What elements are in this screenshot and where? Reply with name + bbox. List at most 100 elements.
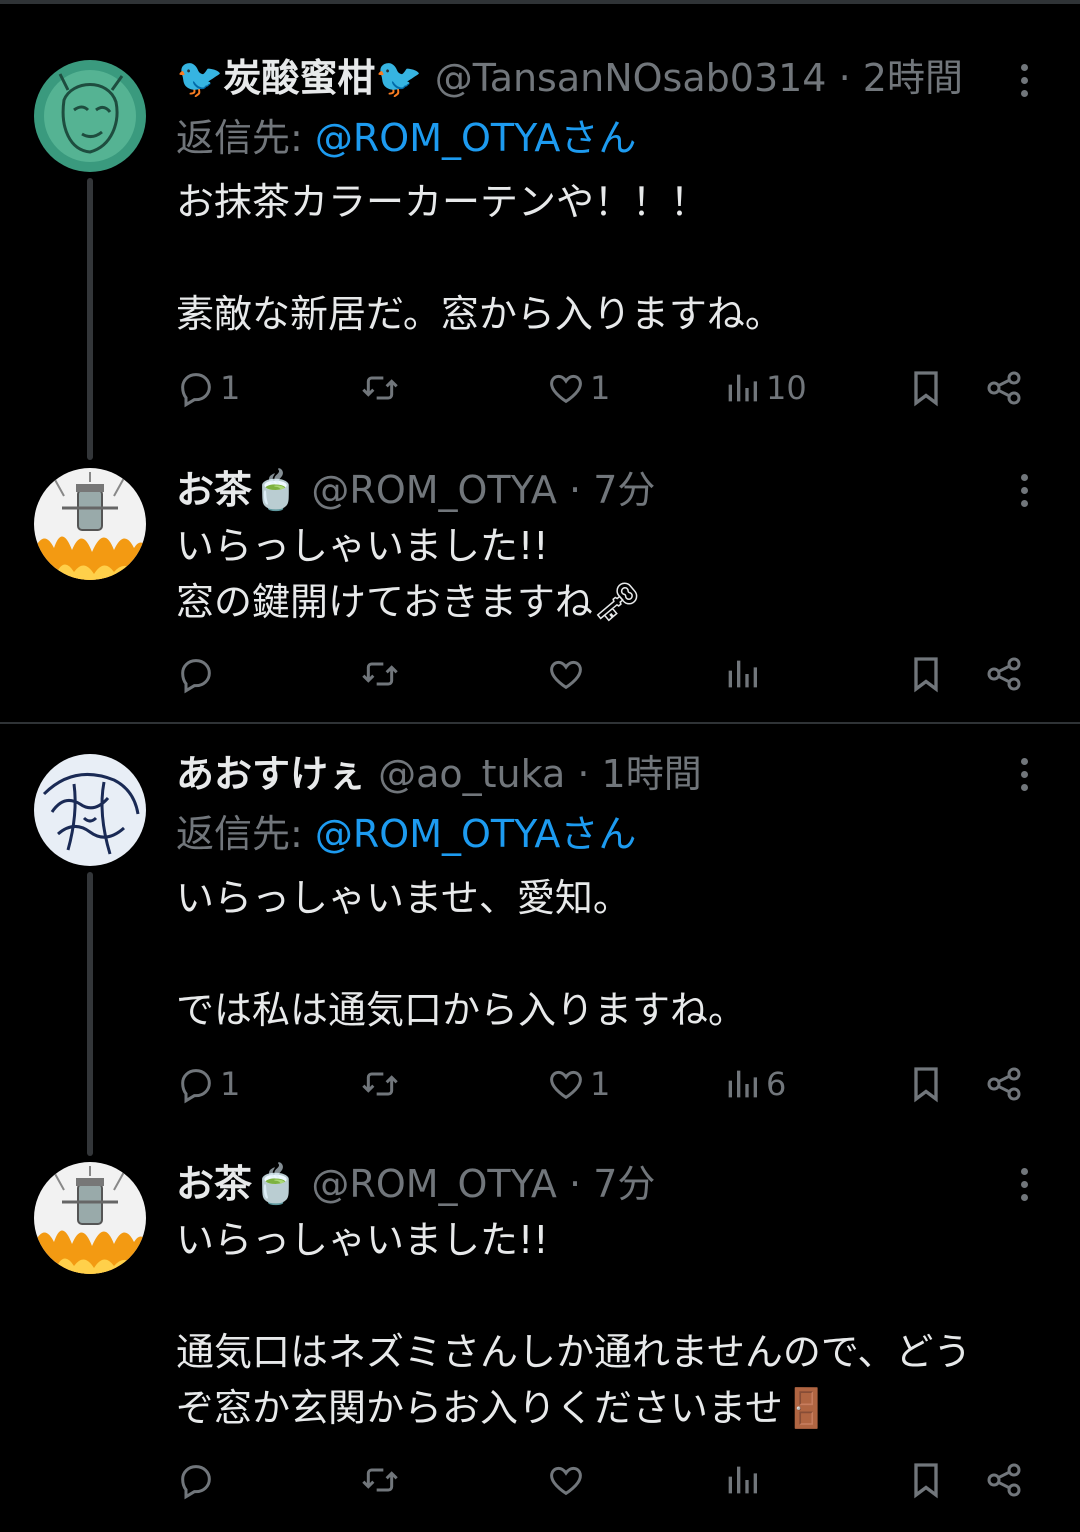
views-icon (728, 374, 757, 402)
reply-to: 返信先: @ROM_OTYAさん (176, 808, 636, 860)
retweet-icon (362, 1072, 398, 1096)
tweet-header: 🐦炭酸蜜柑🐦 @TansanNOsab0314 · 2時間 (176, 52, 980, 104)
display-name[interactable]: お茶🍵 (176, 1162, 299, 1206)
timestamp[interactable]: 1時間 (602, 752, 702, 796)
tweet-text: いらっしゃいました!! 通気口はネズミさんしか通れませんので、どう ぞ窓か玄関か… (176, 1218, 972, 1430)
tweet-1[interactable]: 🐦炭酸蜜柑🐦 @TansanNOsab0314 · 2時間 返信先: @ROM_… (0, 0, 1080, 460)
views-button[interactable] (722, 650, 762, 698)
reply-icon (181, 1069, 211, 1104)
bookmark-button[interactable] (906, 1456, 946, 1504)
like-button[interactable] (546, 650, 586, 698)
retweet-icon (362, 1468, 398, 1492)
reply-button[interactable] (176, 650, 220, 698)
separator-dot: · (569, 1162, 582, 1206)
share-button[interactable] (984, 1456, 1024, 1504)
views-count: 10 (766, 369, 807, 407)
tweet-header: お茶🍵 @ROM_OTYA · 7分 (176, 464, 980, 516)
share-button[interactable] (984, 1060, 1024, 1108)
like-count: 1 (590, 1065, 611, 1103)
views-button[interactable] (722, 1456, 762, 1504)
display-name[interactable]: お茶🍵 (176, 468, 299, 512)
views-count: 6 (766, 1065, 787, 1103)
tweet-2[interactable]: お茶🍵 @ROM_OTYA · 7分 いらっしゃいました!! 窓の鍵開けておきま… (0, 460, 1080, 722)
action-bar: 1 1 10 (0, 364, 1080, 412)
tweet-header: あおすけぇ @ao_tuka · 1時間 (176, 748, 980, 800)
like-button[interactable]: 1 (546, 364, 610, 412)
share-icon (987, 371, 1021, 405)
reply-to-mention[interactable]: @ROM_OTYAさん (315, 116, 636, 160)
like-button[interactable] (546, 1456, 586, 1504)
like-icon (550, 660, 582, 690)
avatar[interactable] (34, 1162, 146, 1274)
bookmark-button[interactable] (906, 364, 946, 412)
bookmark-button[interactable] (906, 650, 946, 698)
like-icon (550, 374, 582, 404)
views-icon (728, 1466, 757, 1494)
avatar[interactable] (34, 60, 146, 172)
bookmark-icon (914, 1463, 938, 1499)
tweet-header: お茶🍵 @ROM_OTYA · 7分 (176, 1158, 980, 1210)
user-handle[interactable]: @TansanNOsab0314 (435, 56, 827, 100)
tweet-3[interactable]: あおすけぇ @ao_tuka · 1時間 返信先: @ROM_OTYAさん いら… (0, 724, 1080, 1156)
tweet-text: いらっしゃいませ、愛知。 では私は通気口から入りますね。 (176, 876, 747, 1032)
reply-to-label: 返信先: (176, 812, 315, 856)
separator-dot: · (838, 56, 851, 100)
action-bar (0, 650, 1080, 698)
more-icon[interactable] (1006, 468, 1042, 512)
retweet-button[interactable] (360, 364, 404, 412)
views-button[interactable]: 10 (722, 364, 807, 412)
timestamp[interactable]: 7分 (593, 1162, 655, 1206)
user-handle[interactable]: @ROM_OTYA (311, 1162, 556, 1206)
reply-icon (181, 1465, 211, 1500)
retweet-button[interactable] (360, 1456, 400, 1504)
retweet-icon (362, 376, 398, 400)
bird-icon: 🐦 (176, 56, 224, 100)
more-icon[interactable] (1006, 1162, 1042, 1206)
reply-count: 1 (220, 1065, 241, 1103)
separator-dot: · (577, 752, 590, 796)
views-button[interactable]: 6 (722, 1060, 786, 1108)
like-count: 1 (590, 369, 611, 407)
more-icon[interactable] (1006, 58, 1042, 102)
reply-to-mention[interactable]: @ROM_OTYAさん (315, 812, 636, 856)
views-icon (728, 660, 757, 688)
share-icon (987, 1463, 1021, 1497)
action-bar: 1 1 6 (0, 1060, 1080, 1108)
reply-button[interactable]: 1 (176, 364, 240, 412)
share-icon (987, 657, 1021, 691)
reply-icon (181, 659, 211, 694)
timestamp[interactable]: 2時間 (863, 56, 963, 100)
avatar[interactable] (34, 468, 146, 580)
user-handle[interactable]: @ao_tuka (378, 752, 565, 796)
retweet-button[interactable] (360, 650, 400, 698)
reply-icon (181, 373, 211, 408)
retweet-button[interactable] (360, 1060, 400, 1108)
thread-line (87, 178, 93, 460)
tweet-4[interactable]: お茶🍵 @ROM_OTYA · 7分 いらっしゃいました!! 通気口はネズミさん… (0, 1156, 1080, 1532)
reply-to-label: 返信先: (176, 116, 315, 160)
display-name[interactable]: あおすけぇ (176, 752, 366, 796)
tweet-text: お抹茶カラーカーテンや！！！ 素敵な新居だ。窓から入りますね。 (176, 180, 783, 336)
like-icon (550, 1466, 582, 1496)
reply-button[interactable]: 1 (176, 1060, 240, 1108)
timestamp[interactable]: 7分 (593, 468, 655, 512)
tweet-text: いらっしゃいました!! 窓の鍵開けておきますね🗝 (176, 524, 642, 624)
reply-count: 1 (220, 369, 241, 407)
display-name[interactable]: 炭酸蜜柑 (223, 56, 375, 100)
bookmark-icon (914, 371, 938, 407)
bookmark-button[interactable] (906, 1060, 946, 1108)
like-button[interactable]: 1 (546, 1060, 610, 1108)
user-handle[interactable]: @ROM_OTYA (311, 468, 556, 512)
retweet-icon (362, 662, 398, 686)
reply-to: 返信先: @ROM_OTYAさん (176, 112, 636, 164)
more-icon[interactable] (1006, 752, 1042, 796)
reply-button[interactable] (176, 1456, 216, 1504)
avatar[interactable] (34, 754, 146, 866)
views-icon (728, 1070, 757, 1098)
share-button[interactable] (984, 364, 1024, 412)
bookmark-icon (914, 1067, 938, 1103)
share-icon (987, 1067, 1021, 1101)
separator-dot: · (569, 468, 582, 512)
share-button[interactable] (984, 650, 1024, 698)
thread-line (87, 872, 93, 1156)
